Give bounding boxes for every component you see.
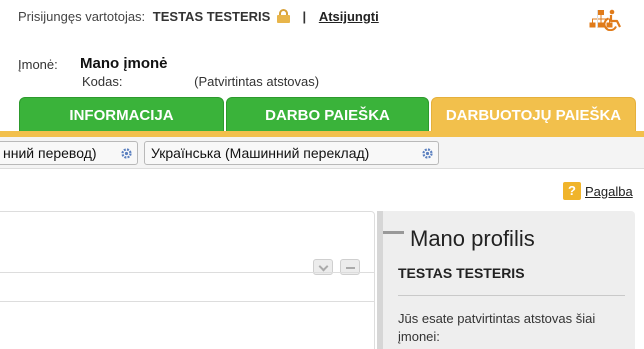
profile-description: Jūs esate patvirtintas atstovas šiai įmo… xyxy=(398,311,596,344)
help-link[interactable]: ? Pagalba xyxy=(563,182,633,200)
profile-panel: Mano profilis TESTAS TESTERIS Jūs esate … xyxy=(377,211,635,349)
lock-icon xyxy=(276,9,290,23)
help-icon: ? xyxy=(563,182,581,200)
company-code-label: Kodas: xyxy=(82,74,123,89)
accessibility-icon[interactable] xyxy=(600,9,624,31)
gear-icon xyxy=(422,148,433,159)
company-name: Mano įmonė xyxy=(80,55,168,72)
separator: | xyxy=(302,9,307,24)
main-content-panel xyxy=(0,211,375,349)
panel-divider xyxy=(0,301,374,302)
tab-darbuotoju-paieska[interactable]: DARBUOTOJŲ PAIEŠKA xyxy=(431,97,636,132)
icon-divider xyxy=(597,10,598,28)
title-accent-bar xyxy=(383,231,404,234)
tab-informacija[interactable]: INFORMACIJA xyxy=(19,97,224,132)
tab-darbo-paieska[interactable]: DARBO PAIEŠKA xyxy=(226,97,429,132)
language-label: нний перевод) xyxy=(3,145,97,161)
logout-link[interactable]: Atsijungti xyxy=(319,9,379,24)
panel-divider xyxy=(0,272,374,273)
profile-user-name: TESTAS TESTERIS xyxy=(398,265,525,281)
profile-title: Mano profilis xyxy=(410,226,535,251)
user-bar: Prisijungęs vartotojas: TESTAS TESTERIS … xyxy=(18,9,379,29)
language-option-ukrainian[interactable]: Українська (Машинний переклад) xyxy=(144,141,439,165)
gear-icon xyxy=(121,148,132,159)
language-bar: нний перевод) Українська (Машинний перек… xyxy=(0,137,644,169)
logged-user-name: TESTAS TESTERIS xyxy=(152,9,271,24)
company-code-value: (Patvirtintas atstovas) xyxy=(194,74,320,89)
company-label: Įmonė: xyxy=(18,57,58,72)
company-code-row: Kodas: (Patvirtintas atstovas) xyxy=(82,74,319,89)
language-label: Українська (Машинний переклад) xyxy=(151,145,370,161)
logged-user-label: Prisijungęs vartotojas: xyxy=(18,9,146,24)
company-info: Įmonė: Mano įmonė xyxy=(18,55,168,72)
language-option-russian[interactable]: нний перевод) xyxy=(0,141,138,165)
profile-divider xyxy=(398,295,625,296)
help-label: Pagalba xyxy=(585,183,633,199)
